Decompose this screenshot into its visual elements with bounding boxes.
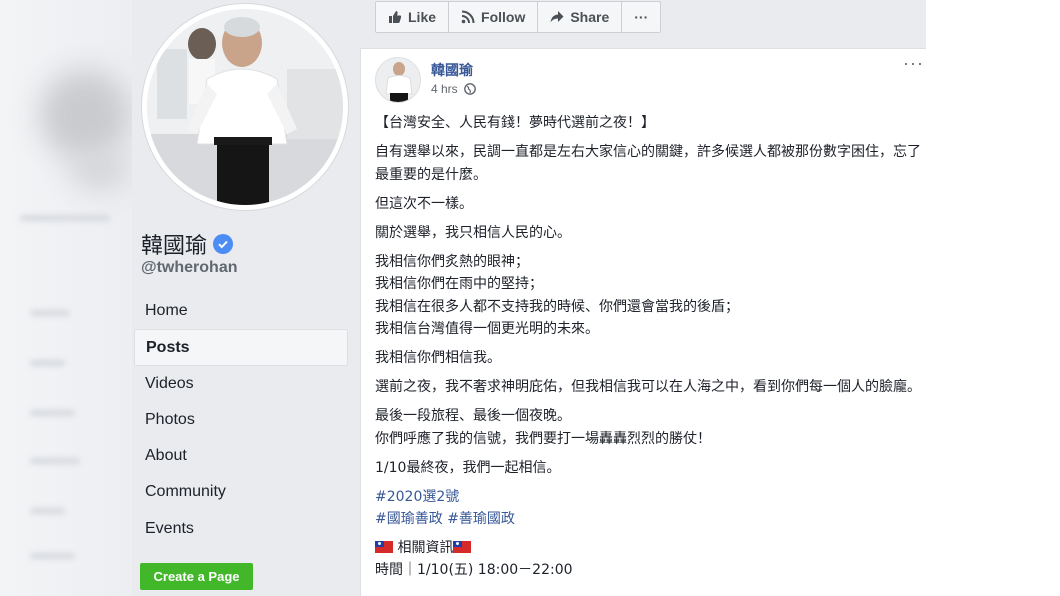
post-card: 韓國瑜 4 hrs ··· 【台灣安全、人民有錢！夢時代選前之夜！】 自有選舉以… bbox=[360, 48, 926, 596]
nav-item-about[interactable]: About bbox=[134, 438, 348, 474]
post-title-line: 【台灣安全、人民有錢！夢時代選前之夜！】 bbox=[375, 115, 655, 131]
right-margin bbox=[926, 0, 1060, 596]
like-label: Like bbox=[408, 9, 437, 25]
page-title[interactable]: 韓國瑜 bbox=[141, 228, 207, 260]
share-arrow-icon bbox=[550, 11, 564, 23]
post-hashtags: #2020選2號 #國瑜善政 #善瑜國政 bbox=[375, 486, 923, 531]
blurred-background bbox=[0, 0, 132, 596]
post-author-name[interactable]: 韓國瑜 bbox=[431, 60, 473, 80]
post-paragraph: 關於選舉，我只相信人民的心。 bbox=[375, 224, 571, 241]
timeline-column: Like Follow Share ··· 韓國瑜 4 hrs ··· 【台灣安… bbox=[360, 0, 926, 596]
post-line: 我相信你們在雨中的堅持； bbox=[375, 276, 543, 292]
post-paragraph: 1/10最終夜，我們一起相信。 bbox=[375, 459, 561, 476]
avatar-illustration bbox=[376, 58, 420, 102]
share-label: Share bbox=[570, 9, 610, 25]
post-line: 你們呼應了我的信號，我們要打一場轟轟烈烈的勝仗！ bbox=[375, 430, 711, 447]
follow-button[interactable]: Follow bbox=[449, 2, 539, 32]
profile-picture[interactable] bbox=[142, 4, 348, 210]
thumbs-up-icon bbox=[389, 11, 402, 23]
post-paragraph: 最後一段旅程、最後一個夜晚。 你們呼應了我的信號，我們要打一場轟轟烈烈的勝仗！ bbox=[375, 405, 923, 450]
post-text: 【台灣安全、人民有錢！夢時代選前之夜！】 自有選舉以來，民調一直都是左右大家信心… bbox=[375, 112, 923, 588]
verified-badge-icon bbox=[213, 234, 234, 254]
hashtag-link[interactable]: #2020選2號 bbox=[375, 489, 459, 505]
page-sidebar: 韓國瑜 @twherohan Home Posts Videos Photos … bbox=[132, 0, 360, 596]
follow-label: Follow bbox=[481, 9, 526, 25]
post-author-avatar[interactable] bbox=[375, 57, 421, 103]
post-paragraph: 但這次不一樣。 bbox=[375, 195, 473, 212]
rss-icon bbox=[461, 10, 475, 24]
hashtag-link[interactable]: #國瑜善政 bbox=[375, 511, 443, 527]
hashtag-link[interactable]: #善瑜國政 bbox=[447, 511, 515, 527]
like-button[interactable]: Like bbox=[376, 2, 450, 32]
more-options-label: ··· bbox=[634, 9, 649, 25]
page-nav: Home Posts Videos Photos About Community… bbox=[134, 293, 348, 547]
post-paragraph: 自有選舉以來，民調一直都是左右大家信心的關鍵，許多候選人都被那份數字困住，忘了最… bbox=[375, 144, 921, 183]
post-paragraph: 選前之夜，我不奢求神明庇佑，但我相信我可以在人海之中，看到你們每一個人的臉龐。 bbox=[375, 379, 921, 395]
more-options-button[interactable]: ··· bbox=[622, 2, 660, 32]
nav-item-videos[interactable]: Videos bbox=[134, 366, 348, 402]
info-label: 相關資訊 bbox=[393, 539, 454, 556]
nav-item-community[interactable]: Community bbox=[134, 474, 348, 510]
nav-item-posts[interactable]: Posts bbox=[134, 329, 348, 366]
post-line: 我相信你們炙熱的眼神； bbox=[375, 253, 529, 270]
post-time-text: 4 hrs bbox=[431, 82, 458, 96]
create-page-button[interactable]: Create a Page bbox=[140, 563, 253, 590]
profile-photo-illustration bbox=[147, 9, 343, 205]
post-paragraph: 我相信你們炙熱的眼神； 我相信你們在雨中的堅持； 我相信在很多人都不支持我的時候… bbox=[375, 251, 923, 341]
page-action-bar: Like Follow Share ··· bbox=[375, 1, 662, 33]
post-line: 我相信台灣值得一個更光明的未來。 bbox=[375, 321, 599, 337]
post-options-button[interactable]: ··· bbox=[903, 53, 924, 74]
post-event-time: 時間｜1/10(五) 18:00－22:00 bbox=[375, 562, 573, 578]
page-handle[interactable]: @twherohan bbox=[141, 259, 238, 277]
post-line: 最後一段旅程、最後一個夜晚。 bbox=[375, 408, 571, 424]
nav-item-events[interactable]: Events bbox=[134, 511, 348, 547]
taiwan-flag-icon bbox=[453, 540, 472, 553]
nav-item-photos[interactable]: Photos bbox=[134, 402, 348, 438]
post-info-line: 相關資訊 bbox=[375, 537, 923, 560]
nav-item-home[interactable]: Home bbox=[134, 293, 348, 329]
globe-icon bbox=[463, 83, 476, 95]
taiwan-flag-icon bbox=[375, 540, 393, 553]
post-timestamp[interactable]: 4 hrs bbox=[431, 82, 476, 96]
post-paragraph: 我相信你們相信我。 bbox=[375, 350, 501, 366]
share-button[interactable]: Share bbox=[538, 2, 623, 32]
post-line: 我相信在很多人都不支持我的時候、你們還會當我的後盾； bbox=[375, 298, 739, 315]
